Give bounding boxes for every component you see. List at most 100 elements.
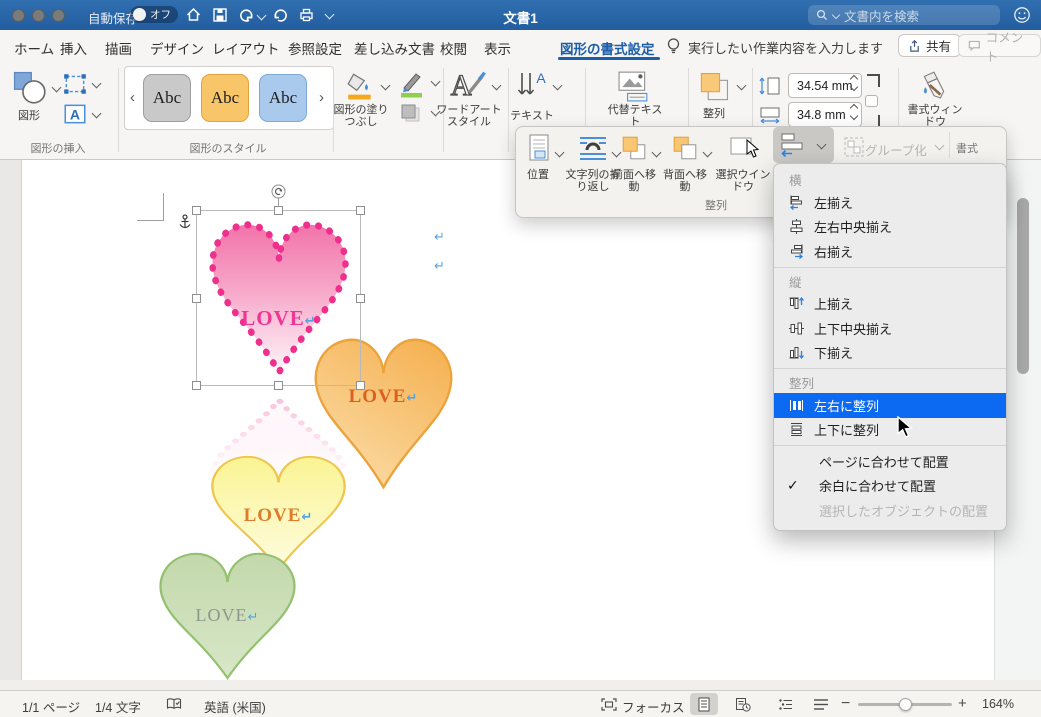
send-back-icon[interactable] [671,134,699,162]
outline-view-icon[interactable] [778,698,794,711]
menu-item-align-right[interactable]: 右揃え [774,239,1006,264]
tab-home[interactable]: ホーム [14,38,54,58]
size-corner-top-icon [867,74,880,87]
bring-front-icon[interactable] [620,134,648,162]
language-indicator[interactable]: 英語 (米国) [204,697,266,716]
text-direction-chevron-icon[interactable] [552,80,563,91]
tab-view[interactable]: 表示 [484,38,511,58]
return-mark: ↵ [301,510,314,525]
resize-handle-top-right[interactable] [356,206,365,215]
paragraph-return-mark: ↵ [434,259,445,274]
tab-design[interactable]: デザイン [150,38,204,58]
bring-front-chevron-icon[interactable] [651,147,662,158]
format-pane-icon[interactable] [918,70,950,100]
focus-button[interactable]: フォーカス [622,697,685,716]
tab-mailings[interactable]: 差し込み文書 [354,38,435,58]
zoom-percentage[interactable]: 164% [982,697,1014,711]
search-scope-chevron-icon [831,10,841,20]
width-stepper[interactable] [849,103,859,121]
zoom-slider-thumb[interactable] [899,698,912,711]
alt-text-icon[interactable] [616,70,652,102]
edit-shape-chevron-icon[interactable] [91,78,102,89]
menu-item-align-left[interactable]: 左揃え [774,190,1006,215]
proofing-icon[interactable] [166,697,182,711]
wrap-text-icon[interactable] [578,135,608,161]
tab-draw[interactable]: 描画 [105,38,132,58]
page-count[interactable]: 1/1 ページ [22,697,80,716]
draft-view-icon[interactable] [813,698,829,711]
menu-item-align-top[interactable]: 上揃え [774,292,1006,317]
gallery-next-icon[interactable]: › [319,89,324,106]
shape-width-field[interactable]: 34.8 mm [788,102,862,127]
resize-handle-middle-left[interactable] [192,294,201,303]
search-input[interactable]: 文書内を検索 [808,5,1000,25]
menu-item-align-center[interactable]: 左右中央揃え [774,215,1006,240]
resize-handle-bottom-middle[interactable] [274,381,283,390]
insert-shape-icon[interactable] [12,70,48,106]
lock-aspect-checkbox[interactable] [865,95,878,107]
menu-item-distribute-vertically[interactable]: 上下に整列 [774,418,1006,443]
tab-insert[interactable]: 挿入 [60,38,87,58]
margin-corner-mark [137,193,164,221]
edit-shape-icon[interactable] [62,72,88,96]
feedback-smiley-icon[interactable] [1013,6,1031,24]
wordart-icon[interactable]: A [450,68,488,102]
text-box-chevron-icon[interactable] [91,108,102,119]
tab-references[interactable]: 参照設定 [288,38,342,58]
shape-effects-icon[interactable] [398,102,424,126]
gallery-prev-icon[interactable]: ‹ [130,89,135,106]
menu-item-align-to-margin[interactable]: ✓ 余白に合わせて配置 [774,474,1006,499]
shape-height-field[interactable]: 34.54 mm [788,73,862,98]
selection-pane-icon[interactable] [729,134,761,162]
shape-style-chip-orange[interactable]: Abc [201,74,249,122]
shapes-button-label: 図形 [18,110,40,122]
shape-fill-icon[interactable] [344,70,376,100]
resize-handle-middle-right[interactable] [356,294,365,303]
rotation-handle[interactable] [271,184,286,199]
tell-me-lightbulb-icon[interactable] [666,37,681,56]
tab-shape-format[interactable]: 図形の書式設定 [560,38,655,58]
print-layout-view-icon[interactable] [697,697,711,712]
vertical-scrollbar[interactable] [1017,198,1029,374]
active-tab-underline [558,57,660,60]
tab-review[interactable]: 校閲 [440,38,467,58]
arrange-button-icon[interactable] [698,70,732,102]
comments-button[interactable]: コメント [958,31,1041,64]
menu-item-align-to-page[interactable]: ページに合わせて配置 [774,449,1006,474]
position-icon[interactable] [528,134,550,162]
wordart-chevron-icon[interactable] [491,80,502,91]
position-chevron-icon[interactable] [554,147,565,158]
shape-outline-icon[interactable] [398,70,426,98]
svg-text:A: A [70,106,80,122]
menu-item-align-middle[interactable]: 上下中央揃え [774,316,1006,341]
return-mark: ↵ [247,610,260,625]
zoom-in-button[interactable]: + [958,695,967,712]
align-center-icon [790,219,803,235]
menu-item-distribute-horizontally[interactable]: 左右に整列 [774,393,1006,418]
align-button-pressed[interactable] [773,127,834,163]
green-heart-text[interactable]: LOVE↵ [145,605,310,626]
shape-style-chip-blue[interactable]: Abc [259,74,307,122]
tell-me-text[interactable]: 実行したい作業内容を入力します [688,38,883,57]
resize-handle-top-middle[interactable] [274,206,283,215]
text-box-icon[interactable]: A [62,102,88,126]
tab-layout[interactable]: レイアウト [212,38,280,58]
share-button[interactable]: 共有 [898,34,962,57]
send-back-chevron-icon[interactable] [702,147,713,158]
yellow-heart-text[interactable]: LOVE↵ [197,505,360,527]
shape-fill-chevron-icon[interactable] [380,80,391,91]
resize-handle-bottom-left[interactable] [192,381,201,390]
resize-handle-top-left[interactable] [192,206,201,215]
insert-shape-chevron-icon[interactable] [51,82,62,93]
arrange-chevron-icon[interactable] [736,80,747,91]
height-stepper[interactable] [849,74,859,92]
shape-style-chip-gray[interactable]: Abc [143,74,191,122]
selection-pane-label: 選択ウインドウ [715,169,771,193]
zoom-out-button[interactable]: − [841,695,850,713]
shape-outline-chevron-icon[interactable] [430,76,441,87]
word-count[interactable]: 1/4 文字 [95,697,141,716]
web-layout-view-icon[interactable] [735,697,751,712]
menu-item-align-bottom[interactable]: 下揃え [774,341,1006,366]
text-direction-icon[interactable]: A [514,70,548,102]
resize-handle-bottom-right[interactable] [356,381,365,390]
